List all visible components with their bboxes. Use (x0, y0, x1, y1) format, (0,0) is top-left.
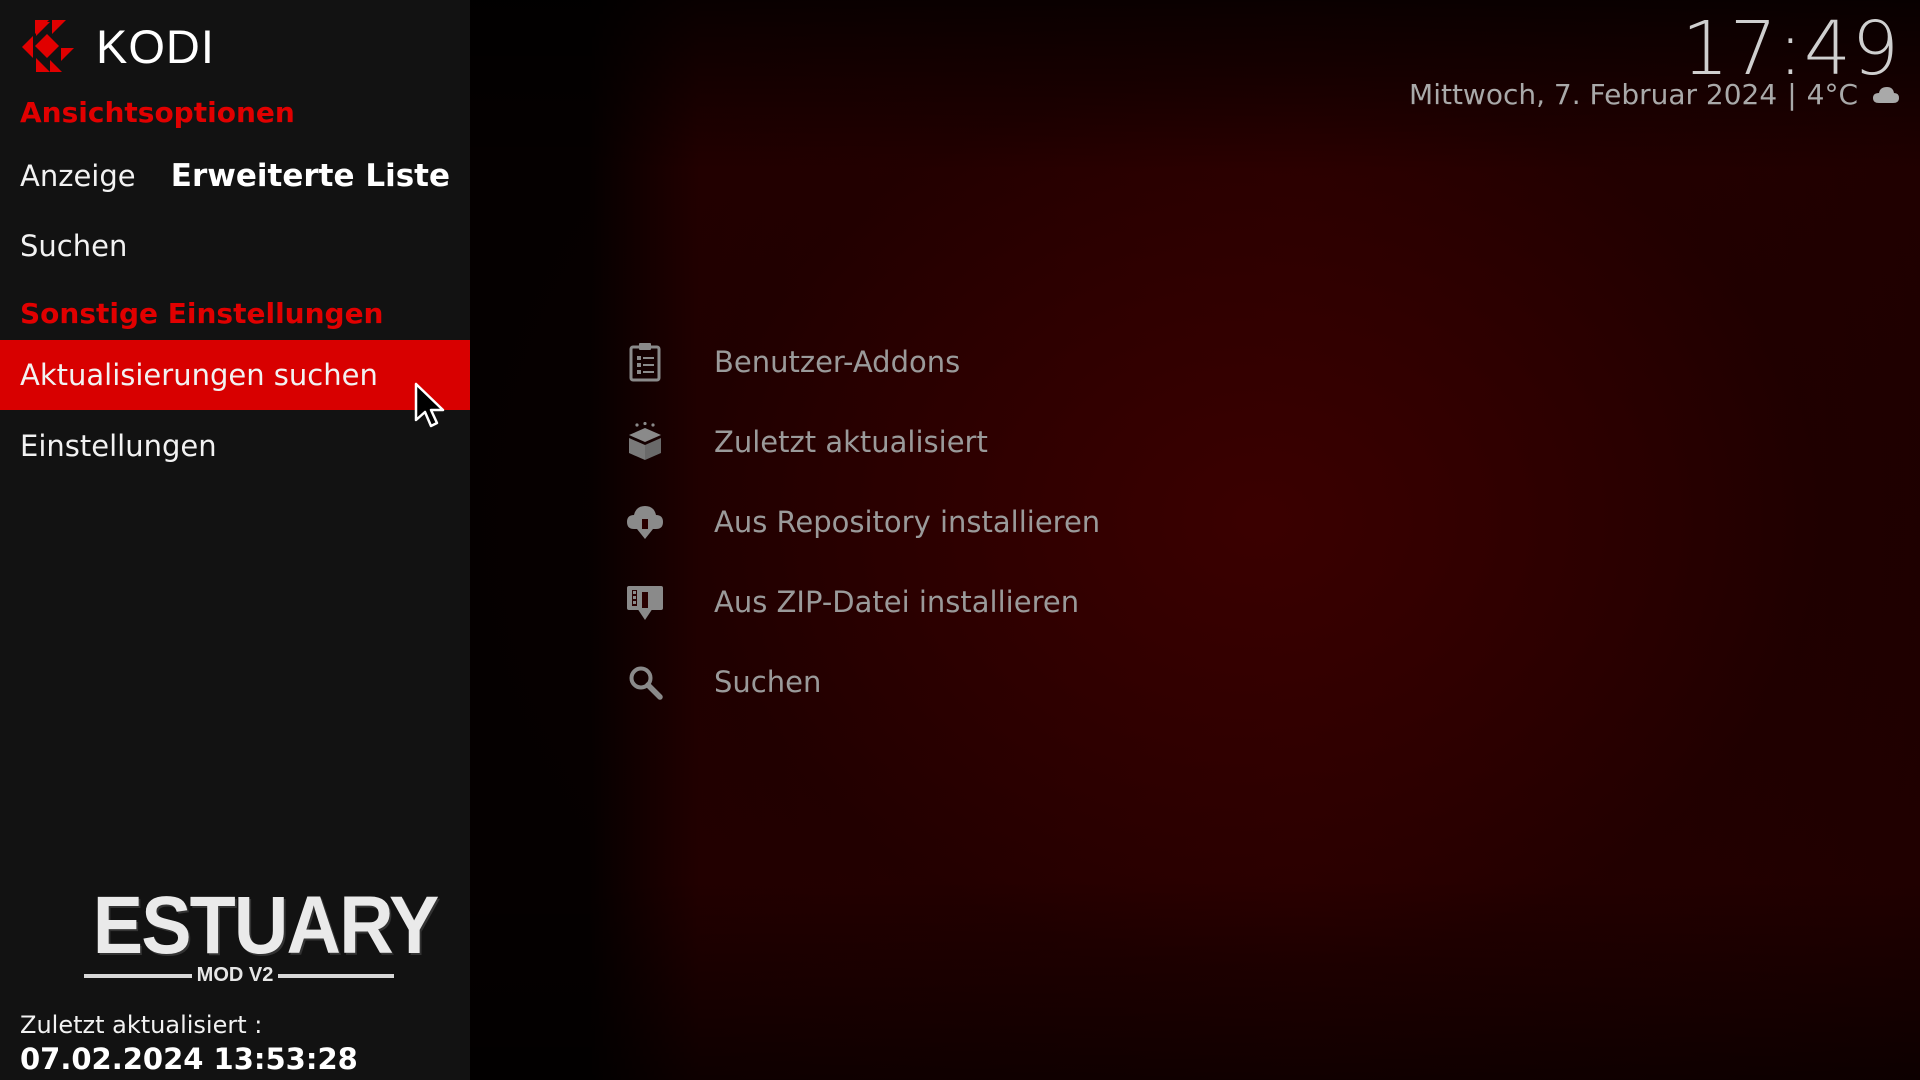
options-sidebar: KODI Ansichtsoptionen Anzeige Erweiterte… (0, 0, 470, 1080)
kodi-addons-screen: KODI Ansichtsoptionen Anzeige Erweiterte… (0, 0, 1920, 1080)
estuary-logo-bar-right (278, 974, 394, 978)
zip-install-icon (620, 577, 670, 627)
display-mode-option[interactable]: Anzeige Erweiterte Liste (0, 141, 470, 211)
addon-menu-list: Benutzer-Addons Zuletzt aktualisiert Aus… (620, 322, 1100, 722)
temperature-text: 4°C (1806, 78, 1858, 111)
date-weather-line: Mittwoch, 7. Februar 2024 | 4°C (1409, 78, 1900, 111)
menu-item-label: Aus ZIP-Datei installieren (714, 585, 1080, 619)
menu-item-label: Aus Repository installieren (714, 505, 1101, 539)
date-separator: | (1787, 78, 1797, 111)
display-mode-value: Erweiterte Liste (170, 158, 450, 194)
settings-label: Einstellungen (20, 429, 217, 463)
menu-item-label: Zuletzt aktualisiert (714, 425, 988, 459)
other-settings-header: Sonstige Einstellungen (20, 297, 384, 330)
last-updated-label: Zuletzt aktualisiert : (20, 1011, 263, 1039)
kodi-logo-icon (22, 20, 74, 72)
check-updates-label: Aktualisierungen suchen (20, 358, 378, 392)
estuary-logo-subtitle: MOD V2 (196, 964, 274, 986)
cloud-download-icon (620, 497, 670, 547)
sidebar-search-option[interactable]: Suchen (0, 211, 470, 281)
clipboard-icon (620, 337, 670, 387)
estuary-mod-logo: ESTUARY MOD V2 (80, 880, 440, 990)
search-icon (620, 657, 670, 707)
menu-item-label: Benutzer-Addons (714, 345, 961, 379)
check-updates-option[interactable]: Aktualisierungen suchen (0, 340, 470, 410)
mouse-cursor-icon (414, 382, 445, 428)
menu-item-install-from-repository[interactable]: Aus Repository installieren (620, 482, 1100, 562)
kodi-wordmark: KODI (96, 20, 215, 73)
display-mode-label: Anzeige (20, 159, 136, 193)
estuary-logo-title: ESTUARY (92, 880, 440, 971)
estuary-logo-bar-left (84, 974, 192, 978)
menu-item-user-addons[interactable]: Benutzer-Addons (620, 322, 1100, 402)
menu-item-label: Suchen (714, 665, 822, 699)
box-icon (620, 417, 670, 467)
kodi-logo: KODI (18, 18, 215, 76)
sidebar-search-label: Suchen (20, 229, 128, 263)
view-options-header: Ansichtsoptionen (20, 96, 295, 129)
cloud-icon (1873, 86, 1899, 103)
date-text: Mittwoch, 7. Februar 2024 (1409, 78, 1778, 111)
menu-item-install-from-zip[interactable]: Aus ZIP-Datei installieren (620, 562, 1100, 642)
last-updated-value: 07.02.2024 13:53:28 (20, 1042, 358, 1076)
menu-item-search[interactable]: Suchen (620, 642, 1100, 722)
settings-option[interactable]: Einstellungen (0, 411, 470, 481)
menu-item-recently-updated[interactable]: Zuletzt aktualisiert (620, 402, 1100, 482)
